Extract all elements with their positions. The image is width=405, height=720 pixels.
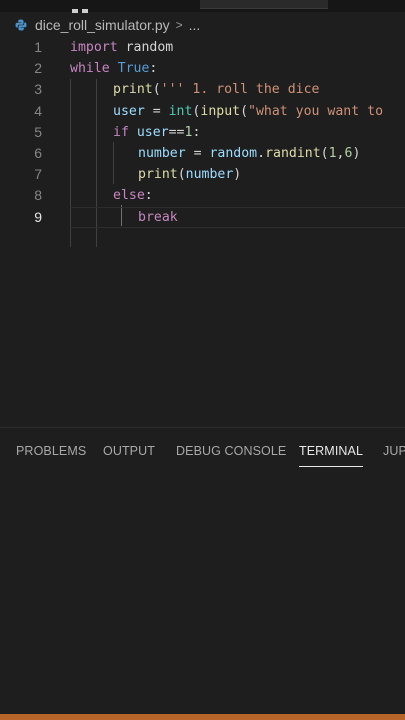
line-number: 1 — [34, 39, 42, 55]
line-number: 4 — [34, 102, 42, 119]
code-token: random — [125, 40, 174, 55]
code-token: while — [70, 61, 110, 77]
editor-tab[interactable] — [200, 0, 328, 9]
title-bar — [0, 0, 405, 13]
code-token: randint — [265, 146, 321, 161]
tab-problems[interactable]: PROBLEMS — [16, 438, 86, 466]
tab-jupyter[interactable]: JUP — [383, 438, 405, 466]
code-token: "what you want to — [248, 103, 384, 119]
code-token: number — [185, 167, 234, 183]
code-token: number — [138, 146, 186, 161]
code-token: user — [113, 103, 145, 119]
code-token: , — [336, 146, 345, 161]
window-controls[interactable] — [72, 0, 92, 13]
line-number: 3 — [34, 81, 42, 98]
breadcrumb-file[interactable]: dice_roll_simulator.py — [35, 17, 170, 33]
line-number: 9 — [34, 208, 42, 225]
panel-divider — [0, 427, 405, 428]
line-number: 2 — [34, 60, 42, 77]
code-token: if — [113, 124, 129, 140]
code-text: import random — [70, 37, 173, 58]
code-token: ( — [240, 103, 249, 119]
code-token: ) — [352, 146, 361, 161]
code-token: print — [138, 167, 178, 183]
status-bar — [0, 714, 405, 720]
code-token: ''' 1. roll the dice — [160, 82, 320, 98]
current-line-highlight — [70, 206, 405, 228]
breadcrumb-more[interactable]: ... — [189, 17, 201, 33]
code-line[interactable]: 7 print(number) — [0, 164, 405, 185]
code-token: else — [113, 188, 145, 204]
code-text: while True: — [70, 58, 157, 79]
code-token: break — [138, 209, 178, 225]
code-text: print(number) — [138, 164, 241, 185]
line-number: 8 — [34, 187, 42, 204]
code-token: = — [185, 146, 210, 161]
code-token: 1 — [328, 146, 337, 161]
tab-debug-console[interactable]: DEBUG CONSOLE — [176, 438, 286, 466]
code-line[interactable]: 2 while True: — [0, 58, 405, 79]
code-text: else: — [113, 185, 153, 206]
code-editor[interactable]: 1 import random 2 while True: 3 print(''' 1. … — [0, 37, 405, 427]
code-line[interactable]: 4 user = int(input("what you want to — [0, 101, 405, 122]
code-token: True — [117, 61, 150, 77]
code-text: number = random.randint(1,6) — [138, 143, 360, 164]
code-token: int — [168, 103, 193, 119]
code-token: import — [70, 40, 118, 55]
code-token: ( — [152, 82, 161, 98]
code-token: ) — [233, 167, 242, 183]
breadcrumb: dice_roll_simulator.py > ... — [0, 14, 405, 36]
code-line[interactable]: 5 if user==1: — [0, 122, 405, 143]
code-line[interactable]: 1 import random — [0, 37, 405, 58]
panel-tab-bar: PROBLEMS OUTPUT DEBUG CONSOLE TERMINAL J… — [0, 438, 405, 468]
code-text: print(''' 1. roll the dice — [113, 79, 319, 100]
code-token: = — [144, 103, 169, 119]
code-token: . — [257, 146, 266, 161]
code-token: : — [144, 188, 153, 204]
code-token: : — [149, 61, 158, 77]
code-line[interactable]: 6 number = random.randint(1,6) — [0, 143, 405, 164]
code-text: if user==1: — [113, 122, 200, 143]
line-number: 6 — [34, 145, 42, 161]
code-token: print — [113, 82, 153, 98]
chevron-right-icon: > — [175, 18, 183, 32]
code-token: input — [200, 103, 241, 119]
code-token: ( — [177, 167, 186, 183]
code-token: ( — [320, 146, 329, 161]
code-line[interactable]: 8 else: — [0, 185, 405, 206]
code-text: user = int(input("what you want to — [113, 101, 383, 122]
code-text: break — [138, 207, 178, 228]
code-token: user — [136, 124, 169, 140]
code-token: : — [192, 124, 201, 140]
python-file-icon — [15, 19, 27, 31]
line-number: 7 — [34, 166, 42, 183]
code-token: == — [168, 124, 185, 140]
tab-output[interactable]: OUTPUT — [103, 438, 155, 466]
code-line[interactable]: 9 break — [0, 206, 405, 228]
tab-terminal[interactable]: TERMINAL — [299, 438, 364, 467]
line-number: 5 — [34, 123, 42, 140]
code-token: random — [209, 146, 258, 161]
code-line[interactable]: 3 print(''' 1. roll the dice — [0, 79, 405, 100]
